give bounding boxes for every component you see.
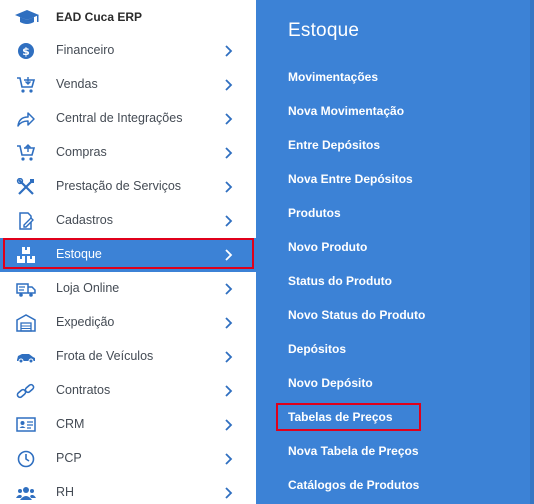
users-icon (16, 484, 36, 502)
chevron-right-icon (224, 79, 234, 91)
sidebar-item-contratos[interactable]: Contratos (0, 374, 256, 408)
chevron-right-icon (224, 317, 234, 329)
panel-scrollbar[interactable] (530, 0, 534, 504)
car-icon (16, 348, 36, 366)
submenu-item-produtos[interactable]: Produtos (288, 206, 341, 220)
panel-title: Estoque (288, 20, 360, 41)
edit-document-icon (16, 212, 36, 230)
id-card-icon (16, 416, 36, 434)
chevron-right-icon (224, 283, 234, 295)
chevron-right-icon (224, 249, 234, 261)
sidebar-item-label: RH (56, 485, 75, 499)
sidebar-item-estoque[interactable]: Estoque (0, 238, 256, 272)
link-icon (16, 382, 36, 400)
sidebar-item-label: Financeiro (56, 43, 115, 57)
share-arrow-icon (16, 110, 36, 128)
cart-download-icon (16, 76, 36, 94)
sidebar-item-vendas[interactable]: Vendas (0, 68, 256, 102)
sidebar-item-label: Compras (56, 145, 107, 159)
clock-icon (16, 450, 36, 468)
truck-icon (16, 280, 36, 298)
submenu-item-tabelas-de-precos[interactable]: Tabelas de Preços (288, 410, 393, 424)
submenu-item-novo-produto[interactable]: Novo Produto (288, 240, 367, 254)
graduation-cap-icon (14, 9, 40, 27)
submenu-item-catalogos-de-produtos[interactable]: Catálogos de Produtos (288, 478, 419, 492)
sidebar-item-label: CRM (56, 417, 85, 431)
submenu-item-entre-depositos[interactable]: Entre Depósitos (288, 138, 380, 152)
sidebar: EAD Cuca ERP $ Financeiro Vendas Central… (0, 0, 256, 504)
chevron-right-icon (224, 351, 234, 363)
chevron-right-icon (224, 215, 234, 227)
submenu-item-novo-status-do-produto[interactable]: Novo Status do Produto (288, 308, 425, 322)
sidebar-item-pcp[interactable]: PCP (0, 442, 256, 476)
cart-icon (16, 144, 36, 162)
boxes-icon (16, 246, 36, 264)
sidebar-item-expedicao[interactable]: Expedição (0, 306, 256, 340)
chevron-right-icon (224, 45, 234, 57)
warehouse-icon (16, 314, 36, 332)
sidebar-item-label: Frota de Veículos (56, 349, 154, 363)
submenu-item-novo-deposito[interactable]: Novo Depósito (288, 376, 373, 390)
chevron-right-icon (224, 419, 234, 431)
chevron-right-icon (224, 181, 234, 193)
submenu-item-status-do-produto[interactable]: Status do Produto (288, 274, 392, 288)
tools-icon (16, 178, 36, 196)
brand-header[interactable]: EAD Cuca ERP (0, 0, 256, 34)
sidebar-item-crm[interactable]: CRM (0, 408, 256, 442)
sidebar-item-label: Estoque (56, 247, 102, 261)
brand-name: EAD Cuca ERP (56, 10, 143, 24)
sidebar-item-rh[interactable]: RH (0, 476, 256, 504)
chevron-right-icon (224, 113, 234, 125)
sidebar-item-prestacao-de-servicos[interactable]: Prestação de Serviços (0, 170, 256, 204)
chevron-right-icon (224, 385, 234, 397)
submenu-item-movimentacoes[interactable]: Movimentações (288, 70, 378, 84)
dollar-circle-icon: $ (16, 42, 36, 60)
sidebar-item-label: Vendas (56, 77, 98, 91)
sidebar-item-label: PCP (56, 451, 82, 465)
submenu-item-nova-tabela-de-precos[interactable]: Nova Tabela de Preços (288, 444, 419, 458)
sidebar-item-label: Cadastros (56, 213, 113, 227)
sidebar-item-label: Expedição (56, 315, 115, 329)
submenu-item-nova-entre-depositos[interactable]: Nova Entre Depósitos (288, 172, 413, 186)
sidebar-item-compras[interactable]: Compras (0, 136, 256, 170)
sidebar-item-label: Contratos (56, 383, 111, 397)
sidebar-item-cadastros[interactable]: Cadastros (0, 204, 256, 238)
sidebar-item-loja-online[interactable]: Loja Online (0, 272, 256, 306)
submenu-item-depositos[interactable]: Depósitos (288, 342, 346, 356)
sidebar-item-label: Loja Online (56, 281, 120, 295)
sidebar-item-frota-de-veiculos[interactable]: Frota de Veículos (0, 340, 256, 374)
submenu-panel: Estoque Movimentações Nova Movimentação … (256, 0, 534, 504)
sidebar-item-label: Central de Integrações (56, 111, 183, 125)
chevron-right-icon (224, 487, 234, 499)
submenu-item-nova-movimentacao[interactable]: Nova Movimentação (288, 104, 404, 118)
chevron-right-icon (224, 453, 234, 465)
sidebar-item-central-de-integracoes[interactable]: Central de Integrações (0, 102, 256, 136)
svg-text:$: $ (22, 45, 30, 58)
sidebar-item-label: Prestação de Serviços (56, 179, 182, 193)
chevron-right-icon (224, 147, 234, 159)
sidebar-item-financeiro[interactable]: $ Financeiro (0, 34, 256, 68)
